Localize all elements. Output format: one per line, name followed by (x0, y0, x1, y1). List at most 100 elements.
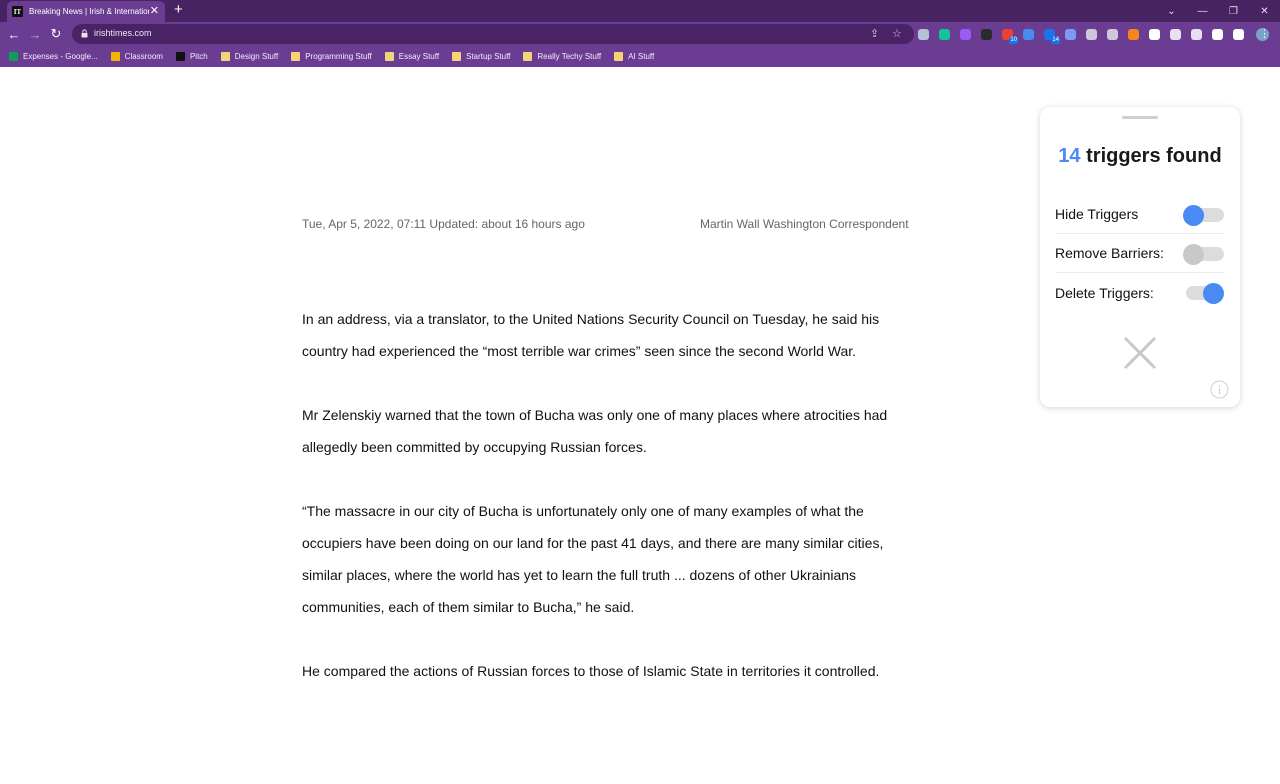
extension-icon[interactable] (1086, 28, 1097, 40)
puzzle-icon[interactable] (1212, 28, 1223, 40)
trigger-count: 14 (1058, 145, 1081, 167)
option-row: Hide Triggers (1055, 195, 1225, 234)
extension-icon[interactable] (1170, 28, 1181, 40)
toggle-switch[interactable] (1183, 243, 1225, 265)
bookmark-label: Classroom (124, 52, 163, 61)
reload-icon[interactable]: ↻ (47, 25, 65, 43)
sheets-icon (9, 52, 18, 61)
bookmark-label: AI Stuff (628, 52, 655, 61)
pitch-icon (175, 52, 185, 61)
grammarly-icon[interactable] (939, 28, 950, 40)
option-row: Remove Barriers: (1055, 234, 1225, 273)
browser-toolbar: ← → ↻ irishtimes.com ⇪ ☆ 10 14 ⋮ (0, 22, 1280, 46)
folder-icon (614, 52, 624, 61)
bookmark-item[interactable]: Design Stuff (220, 52, 279, 61)
font-icon[interactable] (981, 28, 992, 40)
extension-icon[interactable]: 14 (1044, 28, 1060, 44)
extensions-area: 10 14 (918, 26, 1269, 44)
paragraph-line: similar places, where the world has yet … (302, 567, 857, 583)
option-label: Hide Triggers (1055, 206, 1139, 222)
article-paragraph: Mr Zelenskiy warned that the town of Buc… (302, 399, 932, 463)
bookmark-item[interactable]: Pitch (175, 52, 208, 61)
tab-strip: IT Breaking News | Irish & International… (0, 0, 1280, 22)
tab-search-icon[interactable]: ⌄ (1156, 0, 1187, 22)
extension-icon[interactable]: 10 (1002, 28, 1018, 44)
notion-icon[interactable] (1149, 28, 1160, 40)
bookmark-label: Really Techy Stuff (537, 52, 602, 61)
extension-badge: 10 (1009, 36, 1018, 44)
new-tab-icon[interactable]: + (174, 2, 183, 18)
folder-icon (452, 52, 462, 61)
window-controls: ⌄ — ❐ ✕ (1156, 0, 1280, 22)
extension-icon[interactable] (918, 28, 929, 40)
bookmark-label: Expenses - Google... (23, 52, 98, 61)
article-paragraph: In an address, via a translator, to the … (302, 303, 932, 367)
extension-icon[interactable] (960, 28, 971, 40)
bookmark-item[interactable]: Classroom (110, 52, 163, 61)
browser-menu-icon[interactable]: ⋮ (1259, 26, 1270, 42)
fox-icon[interactable] (1128, 28, 1139, 40)
trigger-warning-panel: 14 triggers found Hide Triggers Remove Ba… (1040, 107, 1240, 407)
close-icon[interactable] (1120, 333, 1160, 373)
extension-icon[interactable] (1107, 28, 1118, 40)
panel-title: 14 triggers found (1040, 145, 1240, 168)
minimize-icon[interactable]: — (1187, 0, 1218, 22)
article-paragraph: He compared the actions of Russian force… (302, 655, 932, 687)
bookmark-item[interactable]: Essay Stuff (384, 52, 440, 61)
paragraph-line: “The massacre in our city of Bucha is un… (302, 503, 864, 519)
paragraph-line: occupiers have been doing on our land fo… (302, 535, 884, 551)
paragraph-line: allegedly been committed by occupying Ru… (302, 439, 647, 455)
folder-icon (384, 52, 394, 61)
folder-icon (220, 52, 230, 61)
url-text: irishtimes.com (94, 28, 152, 38)
toggle-knob (1183, 243, 1204, 265)
bookmark-label: Essay Stuff (398, 52, 440, 61)
extension-icon[interactable] (1023, 28, 1034, 40)
toggle-knob (1203, 283, 1224, 304)
extension-icon[interactable] (1191, 28, 1202, 40)
toggle-switch[interactable] (1183, 204, 1225, 226)
restore-icon[interactable]: ❐ (1218, 0, 1249, 22)
sidebar-icon[interactable] (1233, 28, 1244, 40)
bookmark-label: Programming Stuff (305, 52, 372, 61)
bookmark-label: Pitch (189, 52, 208, 61)
lock-icon[interactable] (81, 29, 88, 38)
article-date: Tue, Apr 5, 2022, 07:11 Updated: about 1… (302, 217, 585, 231)
back-arrow-icon[interactable]: ← (5, 25, 23, 43)
bookmark-label: Startup Stuff (466, 52, 511, 61)
toggle-knob (1183, 204, 1204, 226)
article-paragraph: “The massacre in our city of Bucha is un… (302, 495, 932, 623)
browser-tab[interactable]: IT Breaking News | Irish & International… (7, 1, 165, 22)
close-window-icon[interactable]: ✕ (1249, 0, 1280, 22)
paragraph-line: communities, each of them similar to Buc… (302, 599, 635, 615)
extension-badge: 14 (1051, 36, 1060, 44)
option-row: Delete Triggers: (1055, 273, 1225, 312)
drag-handle[interactable] (1122, 116, 1158, 119)
paragraph-line: He compared the actions of Russian force… (302, 663, 880, 679)
tab-title: Breaking News | Irish & International (29, 7, 149, 16)
bookmark-label: Design Stuff (234, 52, 279, 61)
option-label: Remove Barriers: (1055, 245, 1164, 261)
bookmark-item[interactable]: Really Techy Stuff (523, 52, 601, 61)
bookmarks-bar: Expenses - Google... Classroom Pitch Design… (0, 46, 1280, 67)
paragraph-line: country had experienced the “most terrib… (302, 343, 857, 359)
toggle-switch[interactable] (1185, 283, 1225, 304)
classroom-icon (110, 52, 120, 61)
address-bar[interactable]: irishtimes.com ⇪ ☆ (72, 24, 914, 44)
panel-title-text: triggers found (1080, 145, 1222, 167)
irish-times-favicon: IT (12, 6, 23, 17)
article-author: Martin Wall Washington Correspondent (700, 217, 909, 231)
info-icon[interactable] (1210, 380, 1229, 399)
extension-icon[interactable] (1065, 28, 1076, 40)
bookmark-item[interactable]: AI Stuff (614, 52, 654, 61)
close-tab-icon[interactable]: ✕ (150, 5, 159, 17)
bookmark-item[interactable]: Programming Stuff (291, 52, 372, 61)
paragraph-line: In an address, via a translator, to the … (302, 311, 880, 327)
bookmark-star-icon[interactable]: ☆ (892, 27, 902, 40)
bookmark-item[interactable]: Expenses - Google... (9, 52, 98, 61)
bookmark-item[interactable]: Startup Stuff (452, 52, 510, 61)
forward-arrow-icon[interactable]: → (26, 25, 44, 43)
share-icon[interactable]: ⇪ (870, 27, 879, 40)
paragraph-line: Mr Zelenskiy warned that the town of Buc… (302, 407, 888, 423)
folder-icon (523, 52, 533, 61)
